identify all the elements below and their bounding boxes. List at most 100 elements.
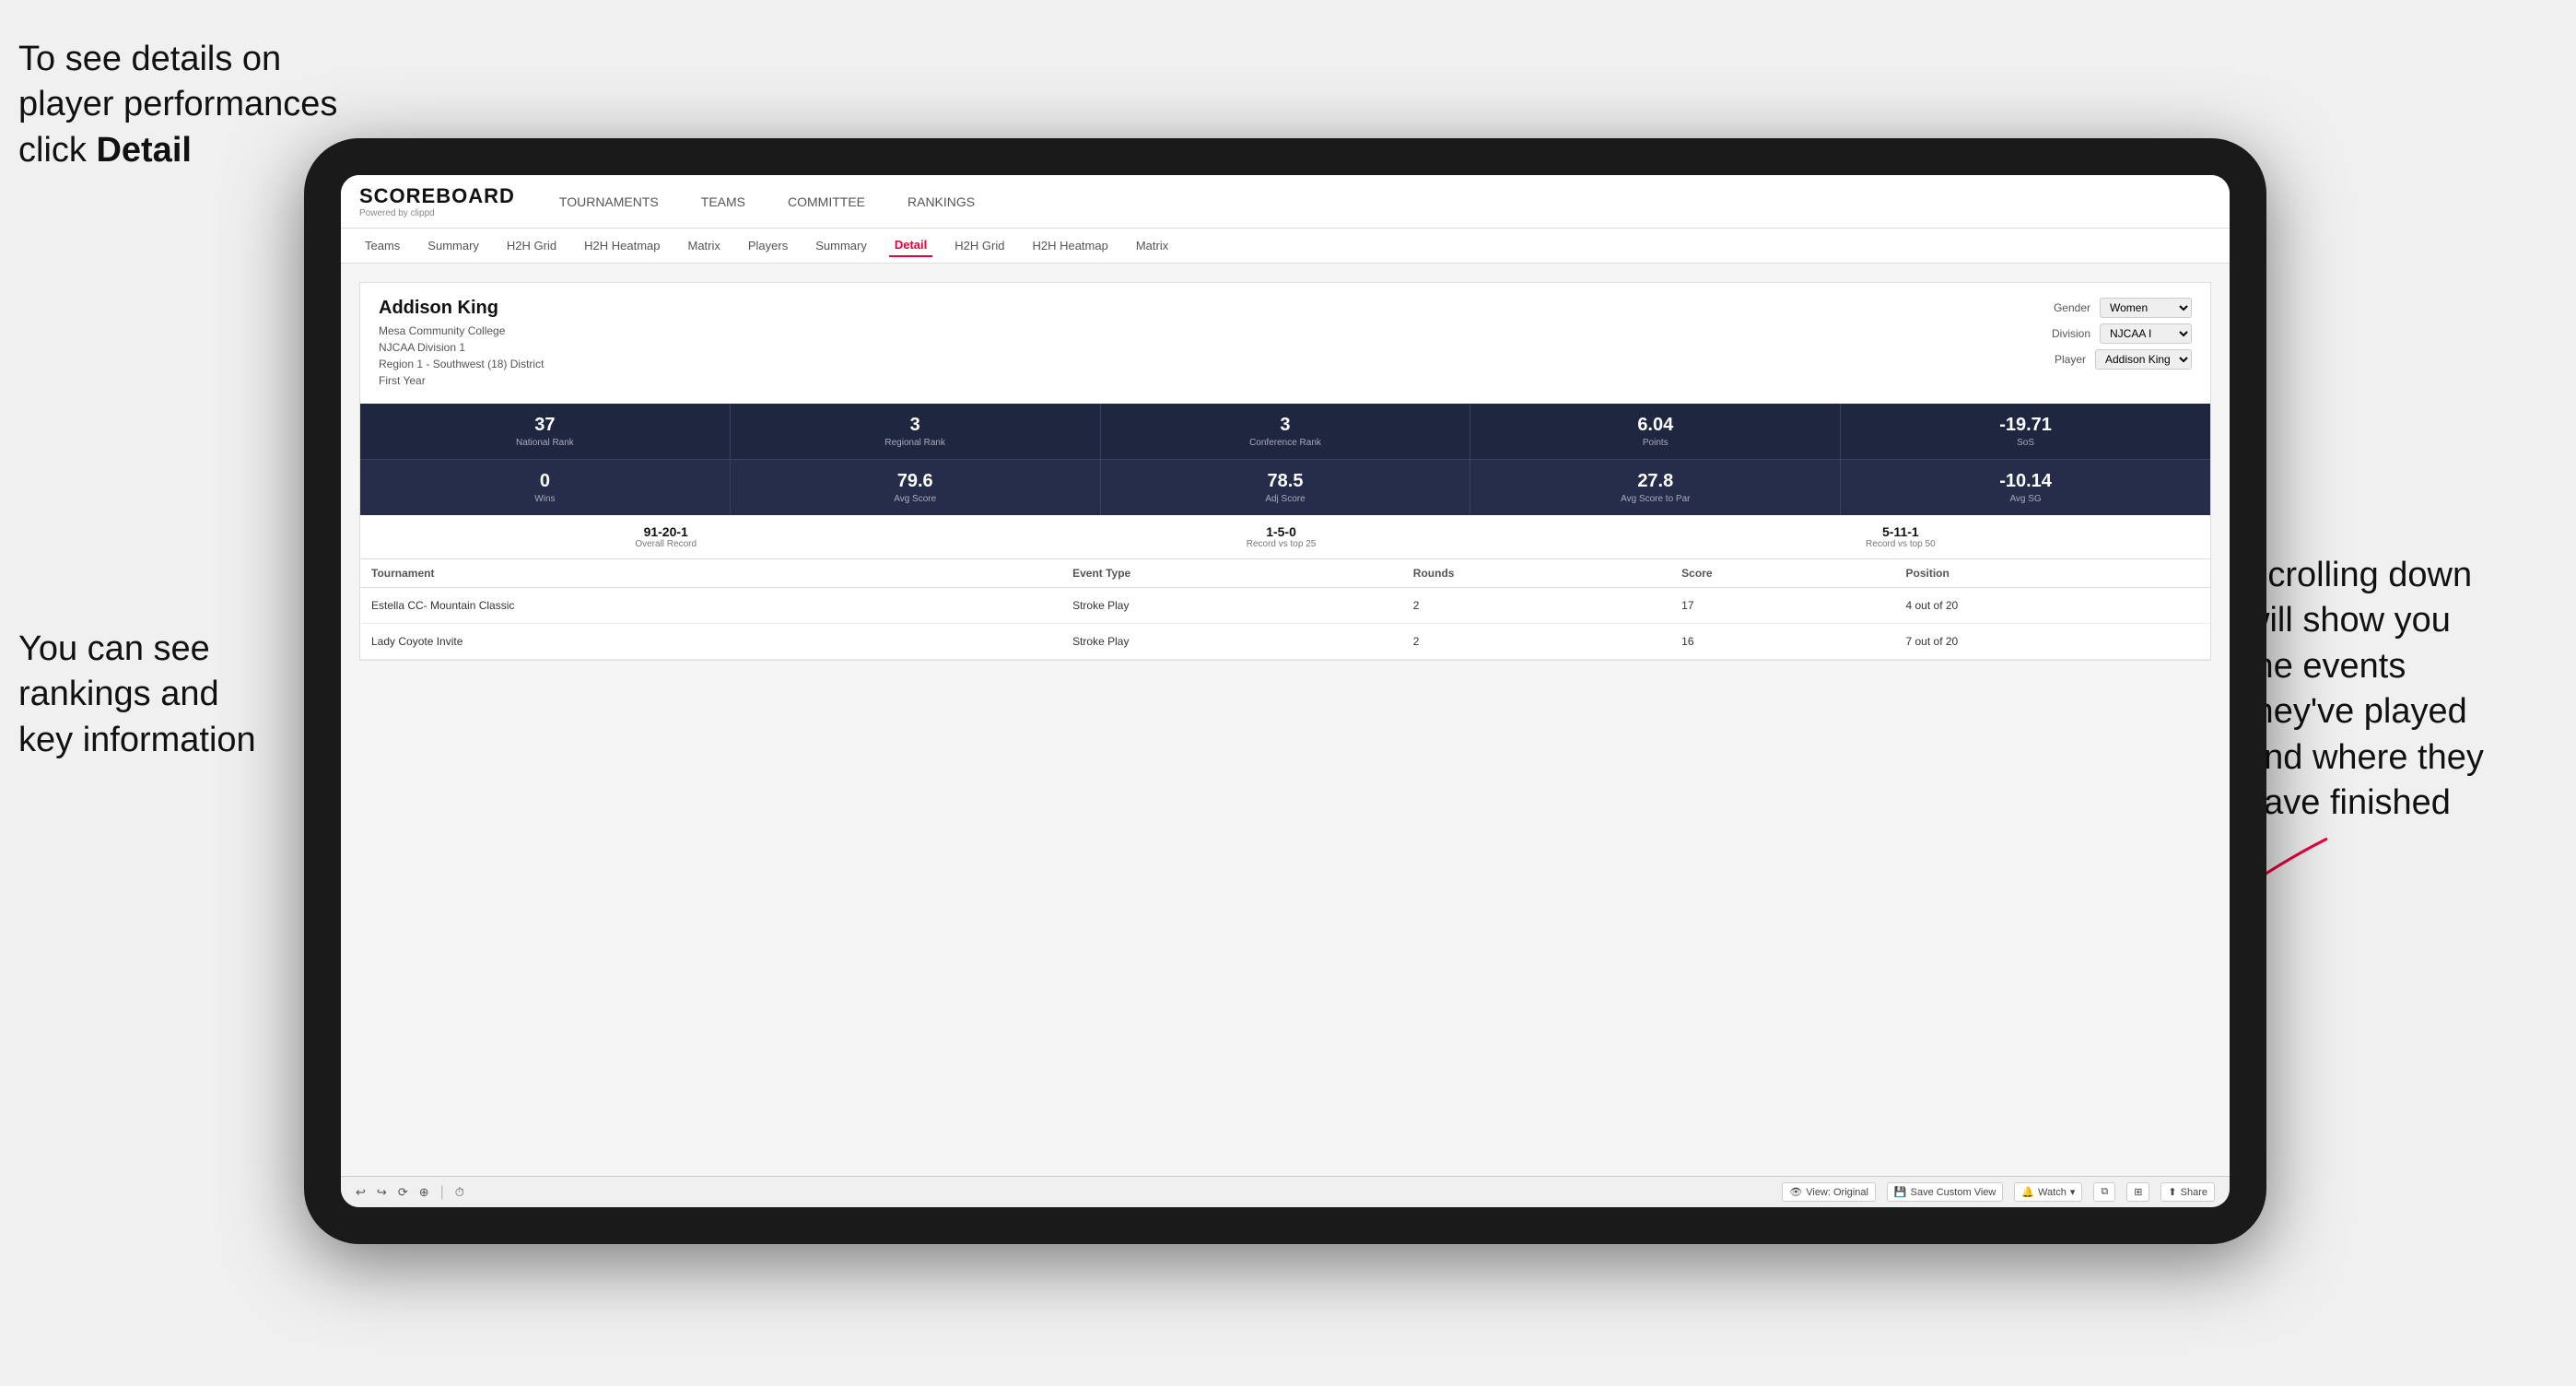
division-select[interactable]: NJCAA I NJCAA II — [2100, 323, 2192, 344]
view-original-label: View: Original — [1806, 1187, 1868, 1198]
tablet-frame: SCOREBOARD Powered by clippd TOURNAMENTS… — [304, 138, 2266, 1244]
row1-score: 17 — [1670, 588, 1894, 624]
record-top25-label: Record vs top 25 — [1247, 539, 1317, 549]
division-label: Division — [2052, 327, 2090, 340]
record-overall: 91-20-1 Overall Record — [635, 524, 697, 549]
undo-icon[interactable]: ↩ — [356, 1185, 366, 1200]
row1-position: 4 out of 20 — [1895, 588, 2211, 624]
record-top50: 5-11-1 Record vs top 50 — [1866, 524, 1936, 549]
annotation-bottomright: Scrolling down will show you the events … — [2244, 553, 2558, 826]
row2-position: 7 out of 20 — [1895, 624, 2211, 660]
stat-value-wins: 0 — [368, 471, 722, 492]
top-nav: SCOREBOARD Powered by clippd TOURNAMENTS… — [341, 175, 2230, 229]
stat-label-avg-score-par: Avg Score to Par — [1478, 494, 1832, 504]
stat-national-rank: 37 National Rank — [360, 404, 731, 459]
stat-value-points: 6.04 — [1478, 415, 1832, 436]
content-area[interactable]: Addison King Mesa Community College NJCA… — [341, 264, 2230, 1176]
nav-tournaments[interactable]: TOURNAMENTS — [552, 191, 666, 213]
subnav-detail[interactable]: Detail — [889, 234, 932, 257]
col-position: Position — [1895, 559, 2211, 588]
subnav-matrix2[interactable]: Matrix — [1130, 235, 1174, 256]
stats-row-1: 37 National Rank 3 Regional Rank 3 Confe… — [360, 404, 2210, 459]
record-top50-value: 5-11-1 — [1866, 524, 1936, 539]
record-overall-label: Overall Record — [635, 539, 697, 549]
player-division: NJCAA Division 1 — [379, 339, 544, 356]
nav-committee[interactable]: COMMITTEE — [780, 191, 872, 213]
stat-points: 6.04 Points — [1470, 404, 1841, 459]
refresh-icon[interactable]: ⟳ — [398, 1185, 408, 1200]
player-year: First Year — [379, 372, 544, 389]
gender-select[interactable]: Women Men — [2100, 298, 2192, 318]
logo-subtitle: Powered by clippd — [359, 208, 515, 218]
subnav-h2h-grid[interactable]: H2H Grid — [501, 235, 562, 256]
tournament-table: Tournament Event Type Rounds Score Posit… — [360, 559, 2210, 660]
annotation-topleft: To see details on player performances cl… — [18, 37, 359, 173]
watch-button[interactable]: 🔔 Watch ▾ — [2014, 1182, 2082, 1202]
player-select[interactable]: Addison King — [2095, 349, 2192, 370]
stat-value-avg-score-par: 27.8 — [1478, 471, 1832, 492]
player-filter-label: Player — [2055, 353, 2086, 366]
subnav-summary2[interactable]: Summary — [810, 235, 872, 256]
col-rounds: Rounds — [1402, 559, 1670, 588]
watch-chevron: ▾ — [2070, 1186, 2076, 1198]
subnav-matrix[interactable]: Matrix — [682, 235, 725, 256]
stat-label-conference-rank: Conference Rank — [1108, 438, 1463, 448]
row1-rounds: 2 — [1402, 588, 1670, 624]
player-card: Addison King Mesa Community College NJCA… — [359, 282, 2211, 661]
nav-rankings[interactable]: RANKINGS — [900, 191, 982, 213]
subnav-teams[interactable]: Teams — [359, 235, 405, 256]
grid-icon[interactable]: ⊞ — [2126, 1182, 2149, 1202]
stat-value-avg-score: 79.6 — [738, 471, 1093, 492]
subnav-h2h-heatmap[interactable]: H2H Heatmap — [579, 235, 665, 256]
redo-icon[interactable]: ↪ — [377, 1185, 387, 1200]
view-original-button[interactable]: 👁 View: Original — [1782, 1182, 1876, 1202]
save-custom-button[interactable]: 💾 Save Custom View — [1887, 1182, 2003, 1202]
stat-regional-rank: 3 Regional Rank — [731, 404, 1101, 459]
bottom-toolbar: ↩ ↪ ⟳ ⊕ | ⏱ 👁 View: Original 💾 Save Cust… — [341, 1176, 2230, 1207]
col-tournament: Tournament — [360, 559, 1061, 588]
subnav-h2h-grid2[interactable]: H2H Grid — [949, 235, 1010, 256]
zoom-icon[interactable]: ⊕ — [419, 1185, 429, 1200]
record-top25: 1-5-0 Record vs top 25 — [1247, 524, 1317, 549]
stats-row-2: 0 Wins 79.6 Avg Score 78.5 Adj Score 2 — [360, 459, 2210, 515]
logo-title: SCOREBOARD — [359, 184, 515, 208]
division-filter-row: Division NJCAA I NJCAA II — [2052, 323, 2192, 344]
stat-label-wins: Wins — [368, 494, 722, 504]
table-row: Lady Coyote Invite Stroke Play 2 16 7 ou… — [360, 624, 2210, 660]
stat-value-sos: -19.71 — [1848, 415, 2203, 436]
watch-label: Watch — [2038, 1187, 2067, 1198]
stat-label-adj-score: Adj Score — [1108, 494, 1463, 504]
player-college: Mesa Community College — [379, 323, 544, 339]
record-overall-value: 91-20-1 — [635, 524, 697, 539]
stat-wins: 0 Wins — [360, 460, 731, 515]
tablet-screen: SCOREBOARD Powered by clippd TOURNAMENTS… — [341, 175, 2230, 1207]
player-filter-row: Player Addison King — [2055, 349, 2192, 370]
watch-icon: 🔔 — [2021, 1186, 2034, 1198]
subnav-h2h-heatmap2[interactable]: H2H Heatmap — [1026, 235, 1113, 256]
screen-icon[interactable]: ⧉ — [2093, 1182, 2115, 1202]
share-label: Share — [2181, 1187, 2207, 1198]
app-container: SCOREBOARD Powered by clippd TOURNAMENTS… — [341, 175, 2230, 1207]
col-event-type: Event Type — [1061, 559, 1402, 588]
player-name: Addison King — [379, 298, 544, 319]
player-region: Region 1 - Southwest (18) District — [379, 356, 544, 372]
stat-label-avg-sg: Avg SG — [1848, 494, 2203, 504]
stat-adj-score: 78.5 Adj Score — [1101, 460, 1471, 515]
row2-score: 16 — [1670, 624, 1894, 660]
stat-label-regional-rank: Regional Rank — [738, 438, 1093, 448]
clock-icon[interactable]: ⏱ — [455, 1185, 464, 1200]
share-button[interactable]: ⬆ Share — [2160, 1182, 2215, 1202]
subnav-summary[interactable]: Summary — [422, 235, 485, 256]
player-info: Addison King Mesa Community College NJCA… — [379, 298, 544, 389]
view-icon: 👁 — [1789, 1186, 1802, 1198]
nav-teams[interactable]: TEAMS — [694, 191, 753, 213]
stat-avg-sg: -10.14 Avg SG — [1841, 460, 2210, 515]
share-icon: ⬆ — [2168, 1186, 2176, 1198]
stat-value-conference-rank: 3 — [1108, 415, 1463, 436]
save-custom-label: Save Custom View — [1911, 1187, 1996, 1198]
subnav-players[interactable]: Players — [743, 235, 793, 256]
stat-label-points: Points — [1478, 438, 1832, 448]
toolbar-separator: | — [440, 1184, 444, 1201]
stat-label-national-rank: National Rank — [368, 438, 722, 448]
save-icon: 💾 — [1894, 1186, 1907, 1198]
